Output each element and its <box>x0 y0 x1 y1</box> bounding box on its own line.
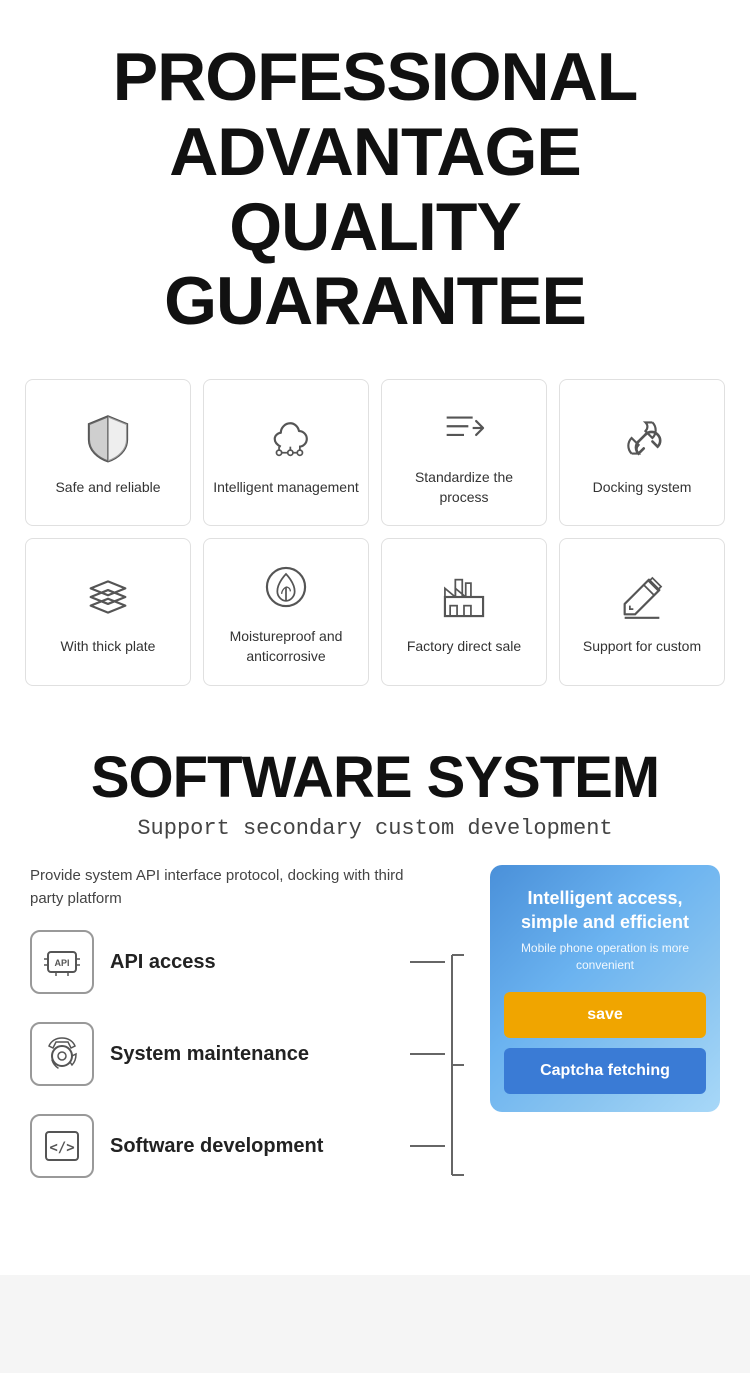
header-line2: ADVANTAGE <box>169 114 581 190</box>
software-desc: Provide system API interface protocol, d… <box>30 865 430 910</box>
edit-tools-icon <box>616 571 668 623</box>
feature-moistureproof: Moistureproof and anticorrosive <box>203 538 369 685</box>
svg-text:API: API <box>54 958 69 968</box>
feature-thick-plate-label: With thick plate <box>61 637 156 657</box>
page-wrapper: PROFESSIONAL ADVANTAGE QUALITY GUARANTEE… <box>0 0 750 1275</box>
feature-intelligent-management-label: Intelligent management <box>213 478 359 498</box>
code-icon: </> <box>30 1114 94 1178</box>
captcha-button[interactable]: Captcha fetching <box>504 1048 706 1094</box>
shield-icon <box>82 412 134 464</box>
software-item-api: API API access <box>30 930 430 994</box>
feature-standardize-process: Standardize the process <box>381 379 547 526</box>
header-line1: PROFESSIONAL <box>113 39 638 115</box>
feature-factory-direct: Factory direct sale <box>381 538 547 685</box>
features-row1: Safe and reliable Intelligent management <box>25 379 725 526</box>
software-item-maintenance: System maintenance <box>30 1022 430 1086</box>
software-left: Provide system API interface protocol, d… <box>30 865 430 1206</box>
phone-panel: Intelligent access, simple and efficient… <box>490 865 720 1111</box>
bracket-lines <box>450 865 470 1255</box>
software-item-api-label: API access <box>110 949 216 975</box>
header-title: PROFESSIONAL ADVANTAGE QUALITY GUARANTEE <box>30 40 720 339</box>
features-row2: With thick plate Moistureproof and antic… <box>25 538 725 685</box>
software-item-development: </> Software development <box>30 1114 430 1178</box>
api-icon: API <box>30 930 94 994</box>
software-title: SOFTWARE SYSTEM <box>30 748 720 809</box>
panel-buttons: save Captcha fetching <box>490 992 720 1112</box>
svg-text:</>: </> <box>49 1140 74 1156</box>
software-section: SOFTWARE SYSTEM Support secondary custom… <box>0 718 750 1276</box>
features-section: Safe and reliable Intelligent management <box>0 369 750 717</box>
feature-safe-reliable: Safe and reliable <box>25 379 191 526</box>
feature-intelligent-management: Intelligent management <box>203 379 369 526</box>
feature-thick-plate: With thick plate <box>25 538 191 685</box>
panel-sub-text: Mobile phone operation is more convenien… <box>508 940 702 974</box>
layers-icon <box>82 571 134 623</box>
maintenance-icon <box>30 1022 94 1086</box>
feature-support-custom-label: Support for custom <box>583 637 701 657</box>
feature-docking-system: Docking system <box>559 379 725 526</box>
shield-plant-icon <box>260 561 312 613</box>
feature-factory-direct-label: Factory direct sale <box>407 637 521 657</box>
feature-standardize-process-label: Standardize the process <box>390 468 538 507</box>
feature-docking-system-label: Docking system <box>593 478 692 498</box>
panel-main-text: Intelligent access, simple and efficient <box>508 887 702 934</box>
factory-icon <box>438 571 490 623</box>
header-line3: QUALITY GUARANTEE <box>164 189 586 340</box>
software-content: Provide system API interface protocol, d… <box>30 865 720 1255</box>
feature-moistureproof-label: Moistureproof and anticorrosive <box>212 627 360 666</box>
feature-support-custom: Support for custom <box>559 538 725 685</box>
feature-safe-reliable-label: Safe and reliable <box>55 478 160 498</box>
arrow-list-icon <box>438 402 490 454</box>
software-item-development-label: Software development <box>110 1133 323 1159</box>
save-button[interactable]: save <box>504 992 706 1038</box>
software-subtitle: Support secondary custom development <box>30 816 720 841</box>
cloud-icon <box>260 412 312 464</box>
software-right: Intelligent access, simple and efficient… <box>490 865 720 1111</box>
header-section: PROFESSIONAL ADVANTAGE QUALITY GUARANTEE <box>0 0 750 369</box>
software-item-maintenance-label: System maintenance <box>110 1041 309 1067</box>
phone-panel-top: Intelligent access, simple and efficient… <box>490 865 720 991</box>
link-icon <box>616 412 668 464</box>
